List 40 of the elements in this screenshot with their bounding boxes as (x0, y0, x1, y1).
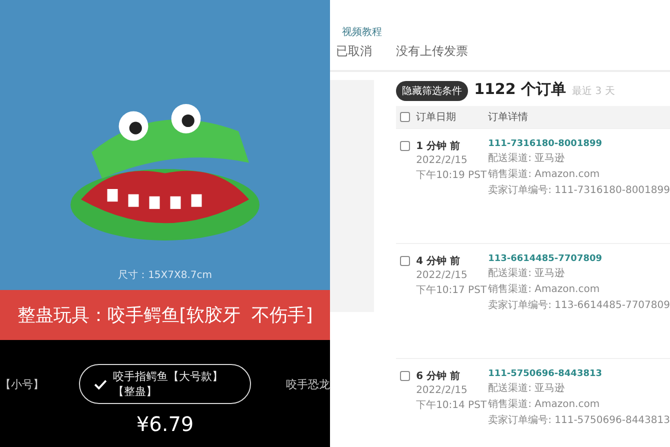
status-tab[interactable]: 没有上传发票 (396, 43, 468, 64)
fulfillment-channel: 配送渠道: 亚马逊 (488, 382, 566, 395)
seller-order-id: 卖家订单编号: 111-5750696-8443813 (488, 414, 670, 427)
hide-filters-button[interactable]: 隐藏筛选条件 (396, 81, 468, 101)
row-checkbox[interactable] (400, 256, 410, 266)
check-icon (94, 378, 108, 390)
seller-order-id: 卖家订单编号: 111-7316180-8001899 (488, 184, 670, 197)
order-date: 2022/2/15 (416, 270, 468, 281)
order-count: 1122 个订单 (474, 80, 566, 99)
variant-option[interactable]: 咬手恐龙 (286, 376, 330, 392)
order-id-link[interactable]: 111-7316180-8001899 (488, 139, 670, 149)
order-id-link[interactable]: 113-6614485-7707809 (488, 254, 670, 264)
price: ¥6.79 (136, 412, 194, 436)
row-checkbox[interactable] (400, 371, 410, 381)
sales-channel: 销售渠道: Amazon.com (488, 168, 601, 181)
order-time: 下午10:17 PST (416, 284, 488, 297)
select-all-checkbox[interactable] (400, 112, 410, 122)
order-date: 2022/2/15 (416, 155, 468, 166)
order-time: 下午10:14 PST (416, 399, 488, 412)
video-tutorial-link[interactable]: 视频教程 (342, 27, 382, 38)
order-age: 4 分钟 前 (416, 254, 461, 268)
title-banner: 整蛊玩具：咬手鳄鱼[软胶牙 不伤手] (0, 290, 330, 340)
order-id-link[interactable]: 111-5750696-8443813 (488, 369, 670, 379)
order-age: 6 分钟 前 (416, 370, 461, 383)
status-tab[interactable]: 已取消 (336, 43, 372, 64)
variant-option[interactable]: 【小号】 (0, 376, 44, 392)
column-header: 订单日期 (416, 110, 458, 124)
seller-order-id: 卖家订单编号: 113-6614485-7707809 (488, 298, 670, 312)
period-label: 最近 3 天 (572, 84, 615, 98)
variant-option[interactable]: 咬手指鳄鱼【大号款】【整蛊】 (79, 364, 252, 404)
sales-channel: 销售渠道: Amazon.com (488, 398, 601, 411)
column-header: 订单详情 (488, 110, 530, 124)
order-date: 2022/2/15 (416, 385, 468, 396)
order-age: 1 分钟 前 (416, 140, 461, 153)
row-checkbox[interactable] (400, 141, 410, 151)
fulfillment-channel: 配送渠道: 亚马逊 (488, 152, 566, 165)
size-caption: 尺寸：15X7X8.7cm (118, 268, 212, 282)
sales-channel: 销售渠道: Amazon.com (488, 282, 601, 296)
fulfillment-channel: 配送渠道: 亚马逊 (488, 266, 566, 280)
order-time: 下午10:19 PST (416, 169, 488, 182)
